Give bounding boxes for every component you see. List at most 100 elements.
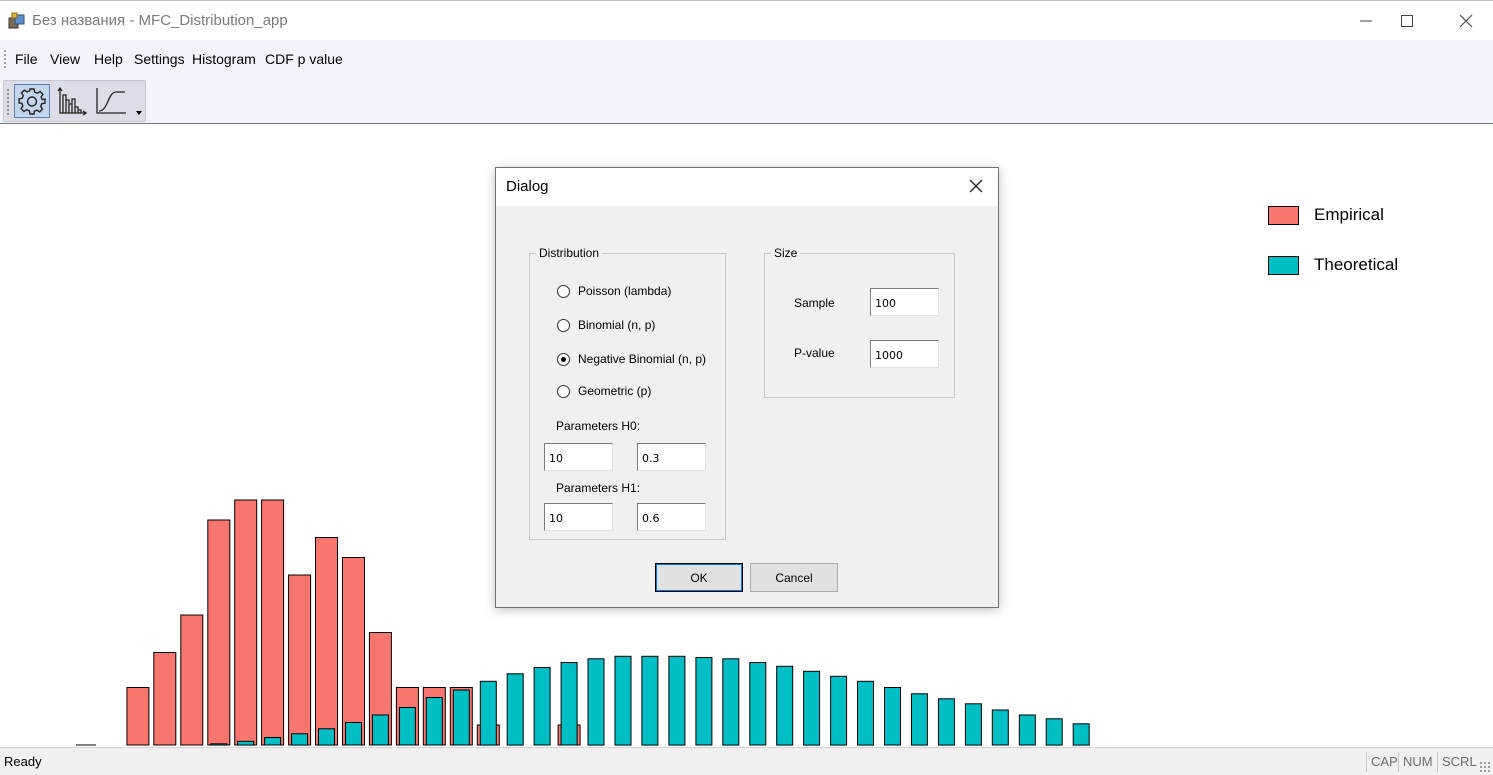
legend-swatch-theoretical <box>1268 255 1299 275</box>
maximize-button[interactable] <box>1384 7 1430 35</box>
distribution-group-title: Distribution <box>536 246 603 260</box>
h0-param-p-input[interactable] <box>637 443 706 471</box>
legend-label-theoretical: Theoretical <box>1314 255 1399 274</box>
settings-button[interactable] <box>14 84 50 118</box>
minimize-button[interactable] <box>1343 7 1389 35</box>
bar-theoretical <box>291 733 309 746</box>
toolbar-band <box>0 78 1493 124</box>
pvalue-input[interactable] <box>870 340 939 368</box>
radio-binomial[interactable]: Binomial (n, p) <box>557 318 655 332</box>
menu-cdf-p-value[interactable]: CDF p value <box>265 51 343 67</box>
radio-negative-binomial-button[interactable] <box>557 352 570 366</box>
bar-empirical <box>126 687 150 746</box>
bar-theoretical <box>937 698 955 746</box>
h1-param-p-input[interactable] <box>637 503 706 531</box>
minimize-icon <box>1360 20 1372 22</box>
legend-item-empirical: Empirical <box>1268 205 1384 225</box>
bar-theoretical <box>991 709 1009 746</box>
radio-negative-binomial-label: Negative Binomial (n, p) <box>578 352 707 366</box>
bar-theoretical <box>560 662 578 746</box>
radio-negative-binomial[interactable]: Negative Binomial (n, p) <box>557 352 706 366</box>
bar-empirical <box>234 499 258 746</box>
size-grip[interactable] <box>1479 761 1491 773</box>
bar-theoretical <box>964 703 982 746</box>
menu-settings[interactable]: Settings <box>134 51 185 67</box>
menu-grip <box>4 50 6 68</box>
size-group-title: Size <box>771 246 801 260</box>
bar-theoretical <box>398 707 416 746</box>
ok-button[interactable]: OK <box>655 563 743 592</box>
status-text: Ready <box>4 754 42 769</box>
dialog-close-icon[interactable] <box>968 178 984 194</box>
h1-param-n-input[interactable] <box>544 503 613 531</box>
pvalue-label: P-value <box>794 346 835 360</box>
bar-theoretical <box>857 680 874 746</box>
bar-empirical <box>180 614 204 746</box>
legend-label-empirical: Empirical <box>1314 205 1384 224</box>
bar-theoretical <box>830 675 848 746</box>
bar-theoretical <box>1072 723 1090 746</box>
menu-help[interactable]: Help <box>94 51 123 67</box>
radio-geometric-label: Geometric (p) <box>578 384 652 398</box>
radio-poisson-button[interactable] <box>557 284 570 298</box>
histogram-button[interactable] <box>54 84 90 118</box>
radio-poisson[interactable]: Poisson (lambda) <box>557 284 671 298</box>
bar-theoretical <box>210 743 228 746</box>
sample-input[interactable] <box>870 288 939 316</box>
histogram-icon <box>57 86 88 116</box>
indicator-scrl: SCRL <box>1437 752 1477 772</box>
bar-theoretical <box>371 714 389 746</box>
toolbar <box>3 80 146 122</box>
bar-theoretical <box>587 658 605 746</box>
size-group: Size Sample P-value <box>764 246 955 398</box>
bar-theoretical <box>614 655 632 746</box>
indicator-num: NUM <box>1398 752 1433 772</box>
bar-theoretical <box>318 728 335 746</box>
bar-theoretical <box>749 662 767 746</box>
radio-geometric-button[interactable] <box>557 384 570 398</box>
app-icon <box>8 12 25 29</box>
cancel-button[interactable]: Cancel <box>750 563 838 592</box>
menu-file[interactable]: File <box>15 51 38 67</box>
distribution-group: Distribution Poisson (lambda) Binomial (… <box>529 246 726 540</box>
bar-theoretical <box>1045 718 1063 746</box>
toolbar-overflow-arrow-icon[interactable] <box>136 111 142 115</box>
close-window-button[interactable] <box>1443 7 1489 35</box>
dialog-title-bar: Dialog <box>496 168 998 206</box>
menu-bar: File View Help Settings Histogram CDF p … <box>0 40 1493 78</box>
menu-view[interactable]: View <box>50 51 80 67</box>
toolbar-grip[interactable] <box>7 89 9 115</box>
bar-theoretical <box>641 655 659 746</box>
bar-theoretical <box>910 693 928 746</box>
menu-histogram[interactable]: Histogram <box>192 51 256 67</box>
bar-theoretical <box>695 657 713 746</box>
legend-swatch-empirical <box>1268 205 1299 225</box>
radio-poisson-label: Poisson (lambda) <box>578 284 672 298</box>
radio-binomial-button[interactable] <box>557 318 570 332</box>
h0-param-n-input[interactable] <box>544 443 613 471</box>
maximize-icon <box>1401 15 1413 27</box>
bar-theoretical <box>884 687 901 746</box>
cdf-button[interactable] <box>93 84 129 118</box>
window-title: Без названия - MFC_Distribution_app <box>32 12 288 29</box>
bar-theoretical <box>264 737 282 746</box>
sample-label: Sample <box>794 296 835 310</box>
params-h1-label: Parameters H1: <box>556 481 641 495</box>
dialog-title: Dialog <box>506 178 549 195</box>
bar-theoretical <box>479 680 497 746</box>
bar-empirical <box>315 537 338 746</box>
bar-empirical <box>153 652 177 746</box>
settings-gear-icon <box>18 88 46 115</box>
bar-theoretical <box>803 670 821 746</box>
bar-theoretical <box>237 740 255 746</box>
legend-item-theoretical: Theoretical <box>1268 255 1398 275</box>
close-icon <box>1459 14 1473 28</box>
bar-theoretical <box>452 689 470 746</box>
title-bar: Без названия - MFC_Distribution_app <box>0 0 1493 40</box>
bar-theoretical <box>506 673 524 746</box>
bar-theoretical <box>1018 714 1036 746</box>
bar-empirical <box>261 499 285 746</box>
bar-theoretical <box>345 722 362 746</box>
bar-theoretical <box>668 655 686 746</box>
radio-geometric[interactable]: Geometric (p) <box>557 384 651 398</box>
